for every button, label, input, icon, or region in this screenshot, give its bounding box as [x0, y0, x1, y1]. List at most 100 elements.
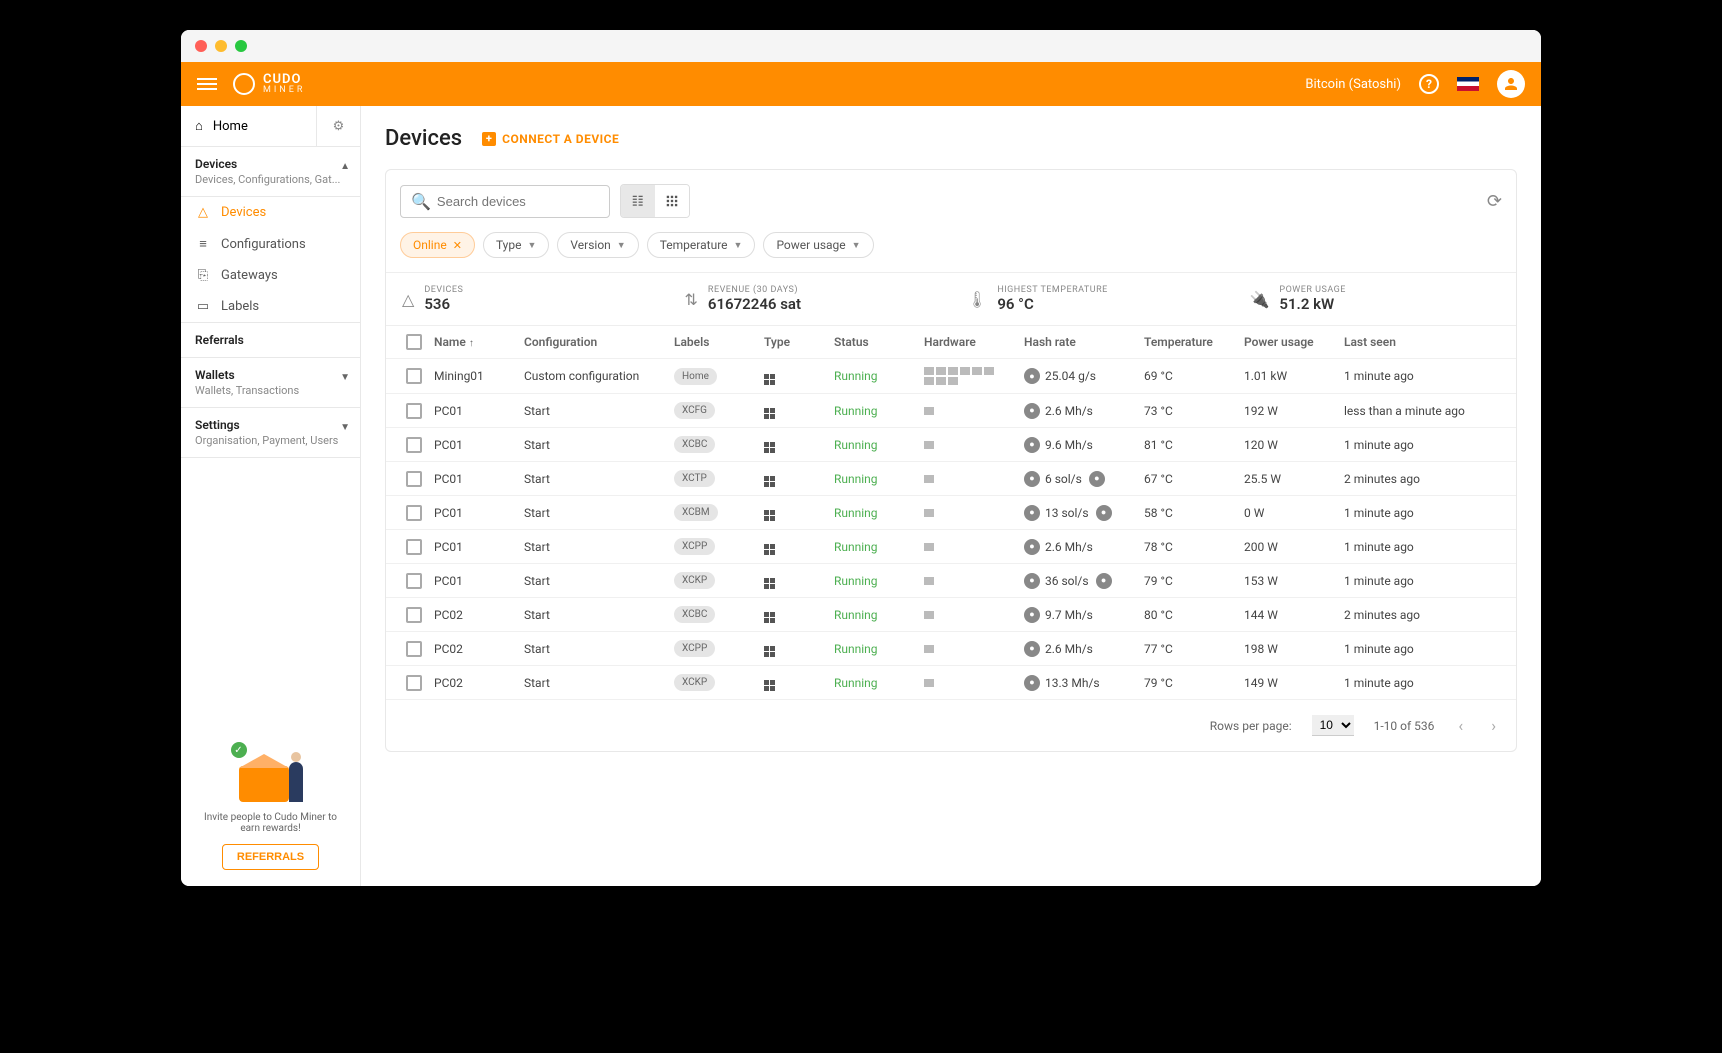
section-subtitle: Wallets, Transactions — [195, 384, 346, 397]
hardware-bars — [924, 407, 994, 415]
table-row[interactable]: PC01 Start XCPP Running ●2.6 Mh/s 78 °C … — [386, 530, 1516, 564]
nav-section-devices[interactable]: Devices Devices, Configurations, Gat... … — [181, 147, 360, 197]
row-checkbox[interactable] — [406, 505, 422, 521]
coin-icon: ● — [1096, 573, 1112, 589]
sidebar-item-gateways[interactable]: ⎘Gateways — [181, 260, 360, 291]
sidebar-item-devices[interactable]: △Devices — [181, 197, 360, 228]
nav-section-wallets[interactable]: Wallets Wallets, Transactions ▼ — [181, 358, 360, 408]
cell-power: 0 W — [1244, 506, 1344, 520]
connect-device-button[interactable]: + CONNECT A DEVICE — [482, 132, 619, 146]
rows-per-page-select[interactable]: 10 — [1312, 715, 1354, 736]
next-page-button[interactable]: › — [1487, 712, 1500, 739]
referrals-button[interactable]: REFERRALS — [222, 844, 319, 870]
col-configuration[interactable]: Configuration — [524, 335, 674, 349]
help-icon[interactable]: ? — [1419, 74, 1439, 94]
cell-lastseen: 2 minutes ago — [1344, 608, 1508, 622]
col-lastseen[interactable]: Last seen — [1344, 335, 1508, 349]
sidebar-item-configurations[interactable]: ≡Configurations — [181, 228, 360, 260]
table-row[interactable]: Mining01 Custom configuration Home Runni… — [386, 359, 1516, 394]
chevron-down-icon: ▼ — [852, 240, 861, 251]
cell-config: Start — [524, 574, 674, 588]
search-input[interactable] — [437, 194, 613, 209]
cell-lastseen: 1 minute ago — [1344, 506, 1508, 520]
col-hardware[interactable]: Hardware — [924, 335, 1024, 349]
table-row[interactable]: PC02 Start XCBC Running ●9.7 Mh/s 80 °C … — [386, 598, 1516, 632]
referrals-illustration: ✓ — [231, 742, 311, 802]
col-hashrate[interactable]: Hash rate — [1024, 335, 1144, 349]
view-grid-button[interactable] — [655, 185, 689, 217]
filter-chip-version[interactable]: Version▼ — [557, 232, 638, 258]
account-icon[interactable] — [1497, 70, 1525, 98]
settings-icon[interactable]: ⚙ — [316, 106, 360, 146]
stat-power: 🔌 POWER USAGE51.2 kW — [1234, 273, 1517, 325]
menu-icon[interactable] — [197, 78, 217, 90]
close-window-icon[interactable] — [195, 40, 207, 52]
sidebar-item-labels[interactable]: ▭Labels — [181, 291, 360, 322]
col-power[interactable]: Power usage — [1244, 335, 1344, 349]
cell-hashrate: ●25.04 g/s — [1024, 368, 1144, 384]
row-checkbox[interactable] — [406, 368, 422, 384]
minimize-window-icon[interactable] — [215, 40, 227, 52]
windows-icon — [764, 578, 775, 589]
row-checkbox[interactable] — [406, 471, 422, 487]
select-all-checkbox[interactable] — [406, 334, 422, 350]
table-row[interactable]: PC01 Start XCTP Running ●6 sol/s● 67 °C … — [386, 462, 1516, 496]
maximize-window-icon[interactable] — [235, 40, 247, 52]
section-subtitle: Devices, Configurations, Gat... — [195, 173, 346, 186]
nav-section-referrals[interactable]: Referrals — [181, 323, 360, 358]
row-checkbox[interactable] — [406, 607, 422, 623]
row-checkbox[interactable] — [406, 437, 422, 453]
plug-icon: 🔌 — [1250, 290, 1270, 309]
windows-icon — [764, 680, 775, 691]
table-row[interactable]: PC01 Start XCFG Running ●2.6 Mh/s 73 °C … — [386, 394, 1516, 428]
windows-icon — [764, 510, 775, 521]
brand-logo[interactable]: CUDO MINER — [233, 73, 305, 95]
hardware-bars — [924, 475, 994, 483]
filter-chip-power-usage[interactable]: Power usage▼ — [763, 232, 873, 258]
language-flag-icon[interactable] — [1457, 77, 1479, 91]
nav-home[interactable]: ⌂ Home — [181, 106, 316, 146]
cell-power: 1.01 kW — [1244, 369, 1344, 383]
cell-name: PC01 — [434, 438, 524, 452]
cell-power: 149 W — [1244, 676, 1344, 690]
row-checkbox[interactable] — [406, 573, 422, 589]
cell-hashrate: ●9.6 Mh/s — [1024, 437, 1144, 453]
filter-chip-temperature[interactable]: Temperature▼ — [647, 232, 756, 258]
currency-selector[interactable]: Bitcoin (Satoshi) — [1305, 77, 1401, 92]
cell-name: Mining01 — [434, 369, 524, 383]
cell-power: 144 W — [1244, 608, 1344, 622]
windows-icon — [764, 646, 775, 657]
filter-chip-online[interactable]: Online✕ — [400, 232, 475, 258]
table-row[interactable]: PC02 Start XCPP Running ●2.6 Mh/s 77 °C … — [386, 632, 1516, 666]
filter-chip-type[interactable]: Type▼ — [483, 232, 549, 258]
row-checkbox[interactable] — [406, 641, 422, 657]
cell-power: 192 W — [1244, 404, 1344, 418]
section-title: Referrals — [195, 333, 346, 347]
label-badge: XCBC — [674, 436, 715, 453]
table-row[interactable]: PC01 Start XCBM Running ●13 sol/s● 58 °C… — [386, 496, 1516, 530]
cell-name: PC02 — [434, 608, 524, 622]
table-row[interactable]: PC01 Start XCBC Running ●9.6 Mh/s 81 °C … — [386, 428, 1516, 462]
close-icon[interactable]: ✕ — [453, 239, 462, 252]
prev-page-button[interactable]: ‹ — [1454, 712, 1467, 739]
label-badge: XCBC — [674, 606, 715, 623]
hardware-bars — [924, 543, 994, 551]
refresh-button[interactable]: ⟳ — [1487, 191, 1502, 212]
search-input-wrapper[interactable]: 🔍 — [400, 185, 610, 218]
col-name[interactable]: Name ↑ — [434, 335, 524, 349]
col-status[interactable]: Status — [834, 335, 924, 349]
col-labels[interactable]: Labels — [674, 335, 764, 349]
table-row[interactable]: PC01 Start XCKP Running ●36 sol/s● 79 °C… — [386, 564, 1516, 598]
nav-section-settings[interactable]: Settings Organisation, Payment, Users ▼ — [181, 408, 360, 458]
row-checkbox[interactable] — [406, 403, 422, 419]
main-content: Devices + CONNECT A DEVICE 🔍 — [361, 106, 1541, 886]
chart-icon: ⇅ — [685, 290, 698, 309]
view-list-button[interactable] — [621, 185, 655, 217]
table-row[interactable]: PC02 Start XCKP Running ●13.3 Mh/s 79 °C… — [386, 666, 1516, 700]
row-checkbox[interactable] — [406, 539, 422, 555]
cell-temp: 80 °C — [1144, 608, 1244, 622]
section-title: Wallets — [195, 368, 346, 382]
row-checkbox[interactable] — [406, 675, 422, 691]
col-temperature[interactable]: Temperature — [1144, 335, 1244, 349]
col-type[interactable]: Type — [764, 335, 834, 349]
